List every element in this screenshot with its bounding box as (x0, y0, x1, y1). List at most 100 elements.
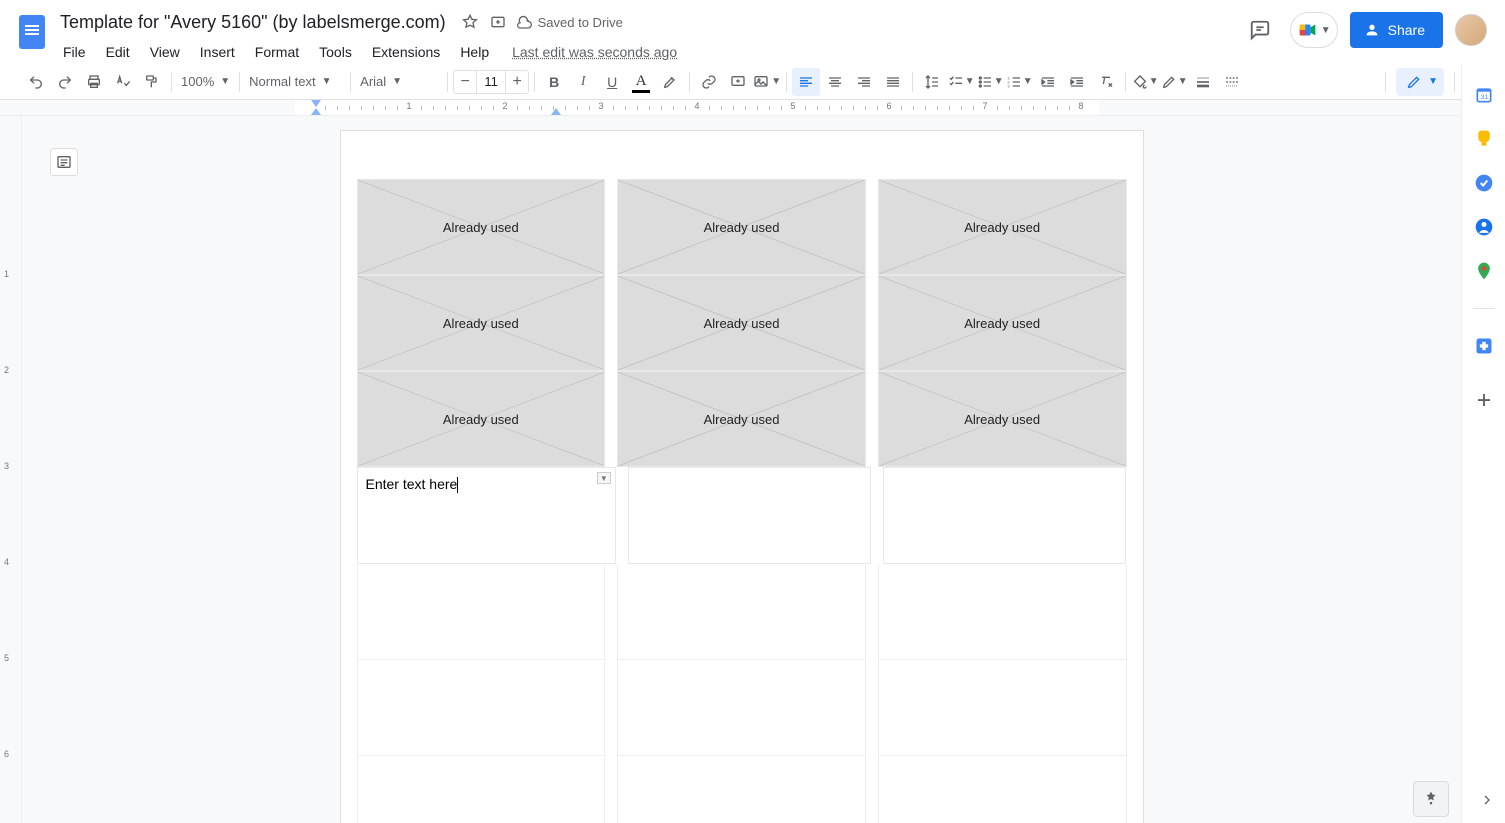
paint-format-icon[interactable] (138, 68, 166, 96)
align-center-icon[interactable] (821, 68, 849, 96)
header: Template for "Avery 5160" (by labelsmerg… (0, 0, 1505, 64)
label-cell-used[interactable]: Already used (617, 371, 866, 467)
menu-tools[interactable]: Tools (310, 40, 361, 64)
label-cell-empty[interactable] (357, 564, 606, 660)
enter-text-value: Enter text here (366, 476, 458, 492)
zoom-value: 100% (181, 74, 214, 89)
menu-extensions[interactable]: Extensions (363, 40, 449, 64)
menu-format[interactable]: Format (246, 40, 308, 64)
increase-button[interactable]: + (506, 73, 528, 91)
label-cell-empty[interactable] (617, 564, 866, 660)
label-cell-empty[interactable] (357, 756, 606, 823)
label-cell-used[interactable]: Already used (878, 275, 1127, 371)
label-cell-empty[interactable] (617, 756, 866, 823)
account-avatar[interactable] (1455, 14, 1487, 46)
label-cell-used[interactable]: Already used (617, 275, 866, 371)
chevron-down-icon: ▼ (771, 76, 781, 87)
addon-icon[interactable] (1473, 335, 1495, 357)
indent-increase-icon[interactable] (1063, 68, 1091, 96)
used-label: Already used (443, 220, 519, 235)
checklist-icon[interactable]: ▼ (947, 68, 975, 96)
italic-icon[interactable]: I (569, 68, 597, 96)
comments-icon[interactable] (1242, 12, 1278, 48)
save-status[interactable]: Saved to Drive (516, 14, 623, 30)
insert-image-icon[interactable]: ▼ (753, 68, 781, 96)
label-cell-used[interactable]: Already used (357, 371, 606, 467)
used-label: Already used (704, 316, 780, 331)
menu-file[interactable]: File (54, 40, 95, 64)
label-cell-used[interactable]: Already used (878, 179, 1127, 275)
last-edit-link[interactable]: Last edit was seconds ago (512, 44, 677, 60)
docs-logo[interactable] (14, 8, 50, 56)
explore-button[interactable] (1413, 781, 1449, 817)
editing-mode-button[interactable]: ▼ (1396, 68, 1444, 96)
text-color-icon[interactable]: A (627, 68, 655, 96)
outline-toggle-icon[interactable] (50, 148, 78, 176)
save-status-label: Saved to Drive (538, 15, 623, 30)
menu-help[interactable]: Help (451, 40, 498, 64)
menu-insert[interactable]: Insert (191, 40, 244, 64)
highlight-icon[interactable] (656, 68, 684, 96)
vertical-ruler[interactable]: 123456 (0, 116, 22, 823)
star-icon[interactable] (460, 12, 480, 32)
zoom-select[interactable]: 100%▼ (177, 68, 234, 96)
add-comment-icon[interactable] (724, 68, 752, 96)
bullet-list-icon[interactable]: ▼ (976, 68, 1004, 96)
align-right-icon[interactable] (850, 68, 878, 96)
label-cell-used[interactable]: Already used (878, 371, 1127, 467)
label-cell-empty[interactable] (878, 756, 1127, 823)
label-cell-used[interactable]: Already used (357, 179, 606, 275)
align-left-icon[interactable] (792, 68, 820, 96)
underline-icon[interactable]: U (598, 68, 626, 96)
line-spacing-icon[interactable] (918, 68, 946, 96)
tasks-icon[interactable] (1473, 172, 1495, 194)
document-canvas[interactable]: Already used Already used Already used A… (22, 116, 1461, 823)
label-cell-used[interactable]: Already used (617, 179, 866, 275)
border-width-icon[interactable] (1189, 68, 1217, 96)
bold-icon[interactable]: B (540, 68, 568, 96)
redo-icon[interactable] (51, 68, 79, 96)
label-cell-empty[interactable] (883, 467, 1126, 564)
label-cell-empty[interactable] (357, 660, 606, 756)
add-icon[interactable] (1473, 389, 1495, 411)
label-cell-empty[interactable] (878, 660, 1127, 756)
fill-color-icon[interactable]: ▼ (1131, 68, 1159, 96)
menu-edit[interactable]: Edit (97, 40, 139, 64)
border-style-icon[interactable] (1218, 68, 1246, 96)
align-justify-icon[interactable] (879, 68, 907, 96)
spellcheck-icon[interactable] (109, 68, 137, 96)
keep-icon[interactable] (1473, 128, 1495, 150)
maps-icon[interactable] (1473, 260, 1495, 282)
meet-button[interactable]: ▼ (1290, 12, 1338, 48)
chevron-down-icon: ▼ (1178, 76, 1188, 87)
document-title[interactable]: Template for "Avery 5160" (by labelsmerg… (54, 10, 452, 35)
chevron-down-icon: ▼ (994, 76, 1004, 87)
cell-options-icon[interactable]: ▼ (597, 472, 611, 484)
enter-text[interactable]: Enter text here (366, 476, 459, 493)
border-color-icon[interactable]: ▼ (1160, 68, 1188, 96)
label-cell-editing[interactable]: Enter text here ▼ (357, 467, 616, 564)
label-cell-empty[interactable] (628, 467, 871, 564)
undo-icon[interactable] (22, 68, 50, 96)
collapse-side-icon[interactable] (1479, 792, 1495, 813)
contacts-icon[interactable] (1473, 216, 1495, 238)
calendar-icon[interactable]: 31 (1473, 84, 1495, 106)
font-select[interactable]: Arial▼ (356, 68, 442, 96)
decrease-button[interactable]: − (454, 73, 476, 91)
label-grid: Already used Already used Already used A… (357, 179, 1127, 823)
label-cell-empty[interactable] (878, 564, 1127, 660)
label-cell-used[interactable]: Already used (357, 275, 606, 371)
menu-view[interactable]: View (141, 40, 189, 64)
font-size-value[interactable]: 11 (476, 71, 506, 93)
clear-format-icon[interactable] (1092, 68, 1120, 96)
link-icon[interactable] (695, 68, 723, 96)
share-button[interactable]: Share (1350, 12, 1443, 48)
label-cell-empty[interactable] (617, 660, 866, 756)
horizontal-ruler[interactable]: 12345678 (0, 100, 1505, 116)
print-icon[interactable] (80, 68, 108, 96)
document-page[interactable]: Already used Already used Already used A… (340, 130, 1144, 823)
move-icon[interactable] (488, 12, 508, 32)
style-select[interactable]: Normal text▼ (245, 68, 345, 96)
number-list-icon[interactable]: 123▼ (1005, 68, 1033, 96)
indent-decrease-icon[interactable] (1034, 68, 1062, 96)
